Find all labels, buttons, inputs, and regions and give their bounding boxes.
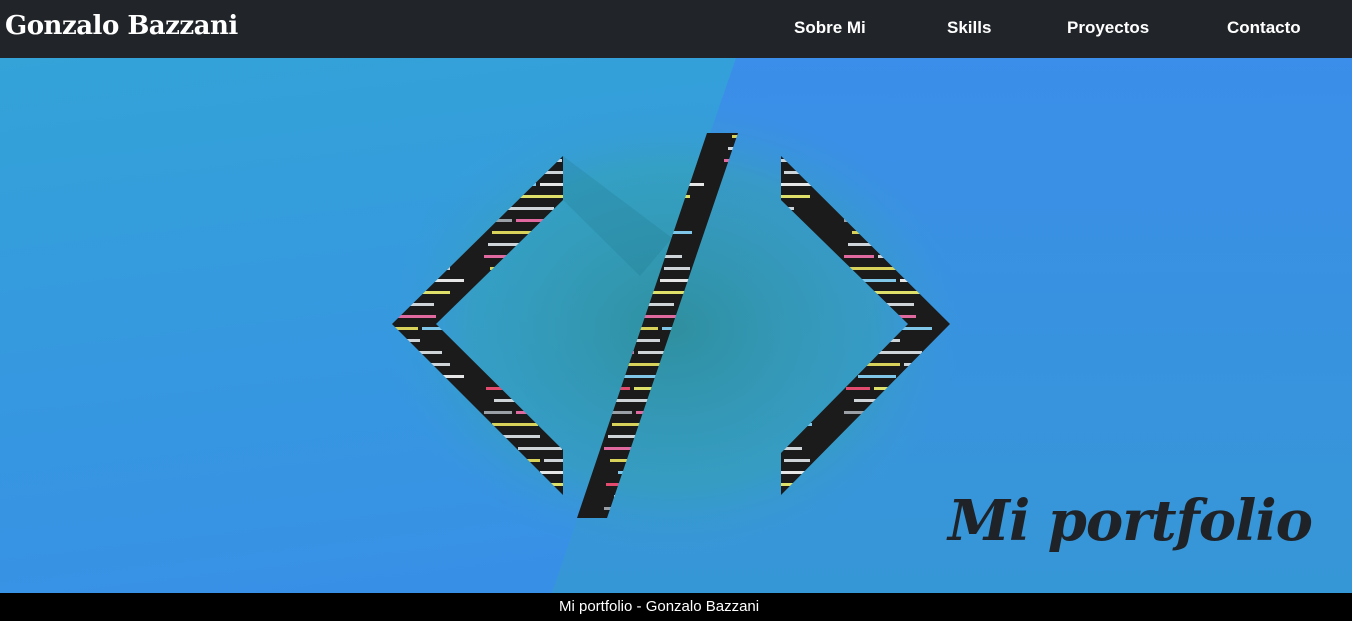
navbar: Gonzalo Bazzani Sobre Mi Skills Proyecto… — [0, 0, 1352, 58]
brand-title[interactable]: Gonzalo Bazzani — [5, 11, 238, 41]
hero-title: Mi portfolio — [948, 488, 1313, 554]
footer-text: Mi portfolio - Gonzalo Bazzani — [559, 598, 760, 615]
nav-link-sobre-mi[interactable]: Sobre Mi — [794, 18, 866, 38]
footer: Mi portfolio - Gonzalo Bazzani — [0, 593, 1352, 621]
nav-link-proyectos[interactable]: Proyectos — [1067, 18, 1149, 38]
hero-section: Mi portfolio — [0, 58, 1352, 593]
nav-link-skills[interactable]: Skills — [947, 18, 991, 38]
nav-link-contacto[interactable]: Contacto — [1227, 18, 1301, 38]
